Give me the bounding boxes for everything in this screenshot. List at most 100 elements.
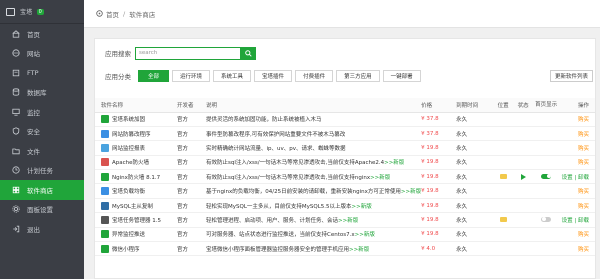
description-text: 可对服务器、站点状态进行监控推送，当前仅支持Centos7.x	[206, 232, 355, 239]
sidebar-header: 宝塔 0	[0, 0, 84, 24]
cell-developer: 官方	[177, 140, 206, 156]
sidebar-item-8[interactable]: 软件商店	[0, 180, 84, 200]
cell-position	[493, 183, 514, 199]
cell-position	[493, 241, 514, 257]
cell-status	[513, 212, 534, 228]
category-button-1[interactable]: 运行环境	[172, 70, 211, 82]
table-row: 宝塔任务管理器 1.5 官方 轻松管理进程、启动项、用户、服务、计划任务、会话>>新…	[95, 212, 595, 228]
cell-expire: 永久	[456, 155, 494, 171]
new-version-link[interactable]: >>新版	[401, 189, 421, 195]
sidebar-item-label: 监控	[27, 108, 40, 117]
folder-icon	[12, 147, 20, 155]
sidebar-item-7[interactable]: 计划任务	[0, 161, 84, 181]
category-button-3[interactable]: 宝塔插件	[254, 70, 293, 82]
sidebar-item-10[interactable]: 退出	[0, 219, 84, 239]
gear-icon	[12, 205, 20, 213]
cell-description: 宝塔微信小程序面板管理器监控服务器安全的管理手机应用>>新版	[206, 241, 422, 257]
category-button-4[interactable]: 付费插件	[295, 70, 334, 82]
plugin-name: MySQL主从复制	[101, 201, 177, 210]
homepage-toggle[interactable]	[541, 173, 552, 179]
cell-price: ¥ 19.8	[421, 155, 457, 171]
breadcrumb-home[interactable]: 首页	[106, 9, 119, 19]
category-button-5[interactable]: 第三方应用	[336, 70, 380, 82]
new-version-link[interactable]: >>新版	[352, 204, 372, 210]
col-description: 说明	[206, 98, 422, 113]
cell-expire: 永久	[456, 198, 494, 214]
buy-button[interactable]: 购买	[578, 132, 589, 138]
sidebar-item-6[interactable]: 文件	[0, 141, 84, 161]
plugin-icon	[101, 158, 109, 167]
cell-developer: 官方	[177, 112, 206, 127]
sidebar-item-9[interactable]: 面板设置	[0, 200, 84, 220]
col-position: 位置	[493, 98, 514, 113]
new-version-link[interactable]: >>新版	[349, 247, 369, 253]
search-input[interactable]: search	[135, 46, 241, 60]
settings-uninstall-links[interactable]: 设置 | 卸载	[562, 175, 589, 181]
buy-button[interactable]: 购买	[578, 117, 589, 123]
new-version-link[interactable]: >>新版	[370, 175, 390, 181]
new-version-link[interactable]: >>新版	[355, 232, 375, 238]
buy-button[interactable]: 购买	[578, 247, 589, 253]
category-button-0[interactable]: 全部	[138, 70, 170, 82]
buy-button[interactable]: 购买	[578, 160, 589, 166]
col-status: 状态	[513, 98, 534, 113]
search-button[interactable]	[241, 46, 256, 60]
plugin-icon	[101, 115, 109, 124]
plugin-name-text[interactable]: MySQL主从复制	[112, 202, 153, 210]
cell-price: ¥ 37.8	[421, 126, 457, 142]
plugin-name-text[interactable]: 宝塔系统加固	[112, 115, 145, 123]
folder-icon[interactable]	[499, 173, 507, 179]
col-homepage: 首页显示	[533, 98, 560, 113]
plugin-name-text[interactable]: 微信小程序	[112, 245, 140, 253]
plugin-icon	[101, 215, 109, 224]
category-button-6[interactable]: 一键部署	[382, 70, 421, 82]
cell-homepage	[533, 198, 560, 214]
settings-uninstall-links[interactable]: 设置 | 卸载	[562, 218, 589, 224]
category-button-2[interactable]: 系统工具	[213, 70, 252, 82]
plugin-name-text[interactable]: 宝塔任务管理器 1.5	[112, 216, 161, 224]
homepage-toggle[interactable]	[541, 216, 552, 222]
cell-name: 宝塔任务管理器 1.5	[95, 212, 177, 228]
buy-button[interactable]: 购买	[578, 146, 589, 152]
cell-expire: 永久	[456, 112, 494, 127]
plugin-icon	[101, 143, 109, 152]
clock-icon	[12, 166, 20, 174]
new-version-link[interactable]: >>新版	[384, 160, 404, 166]
cell-name: 网站监控报表	[95, 140, 177, 156]
plugin-name-text[interactable]: 异常监控推送	[112, 230, 145, 238]
sidebar-item-5[interactable]: 安全	[0, 122, 84, 142]
cell-position	[493, 155, 514, 171]
buy-button[interactable]: 购买	[578, 204, 589, 210]
sidebar-item-3[interactable]: 数据库	[0, 83, 84, 103]
plugin-name-text[interactable]: 网站防篡改程序	[112, 130, 151, 138]
plugin-icon	[101, 187, 109, 196]
sidebar-item-4[interactable]: 监控	[0, 102, 84, 122]
sidebar-item-label: 软件商店	[27, 186, 53, 195]
sidebar-item-2[interactable]: FTP	[0, 63, 84, 83]
col-name[interactable]: 软件名称	[95, 98, 177, 113]
plugin-name-text[interactable]: Apache防火墙	[112, 158, 149, 166]
buy-button[interactable]: 购买	[578, 189, 589, 195]
plugin-name-text[interactable]: 网站监控报表	[112, 144, 145, 152]
cell-description: 实时精确统计网站流量、ip、uv、pv、请求、蜘蛛等数据	[206, 140, 422, 156]
update-software-list-button[interactable]: 更新软件列表	[549, 70, 593, 82]
description-text: 有效防止sql注入/xss/一句话木马等常见渗透攻击,当前仅支持nginx	[206, 174, 371, 181]
plugin-name-text[interactable]: Nginx防火墙 8.1.7	[112, 173, 160, 181]
plugin-name-text[interactable]: 宝塔负载均衡	[112, 187, 145, 195]
sidebar-item-1[interactable]: 网站	[0, 44, 84, 64]
cell-description: 轻松实现MySQL一主多从，目前仅支持MySQL5.5以上版本>>新版	[206, 198, 422, 214]
folder-icon[interactable]	[499, 216, 507, 222]
store-icon	[12, 186, 20, 194]
sidebar-item-0[interactable]: 首页	[0, 24, 84, 44]
cell-status	[513, 198, 534, 214]
description-text: 事件型防篡改程序,可有效保护网站重要文件不被木马篡改	[206, 131, 346, 138]
col-developer: 开发者	[177, 98, 206, 113]
sidebar-item-label: 首页	[27, 30, 40, 39]
description-text: 实时精确统计网站流量、ip、uv、pv、请求、蜘蛛等数据	[206, 145, 346, 152]
table-row: 异常监控推送 官方 可对服务器、站点状态进行监控推送，当前仅支持Centos7.x>…	[95, 227, 595, 243]
notification-badge[interactable]: 0	[36, 8, 44, 15]
col-price: 价格	[421, 98, 457, 113]
new-version-link[interactable]: >>新版	[338, 218, 358, 224]
buy-button[interactable]: 购买	[578, 232, 589, 238]
home-icon[interactable]	[96, 10, 103, 17]
